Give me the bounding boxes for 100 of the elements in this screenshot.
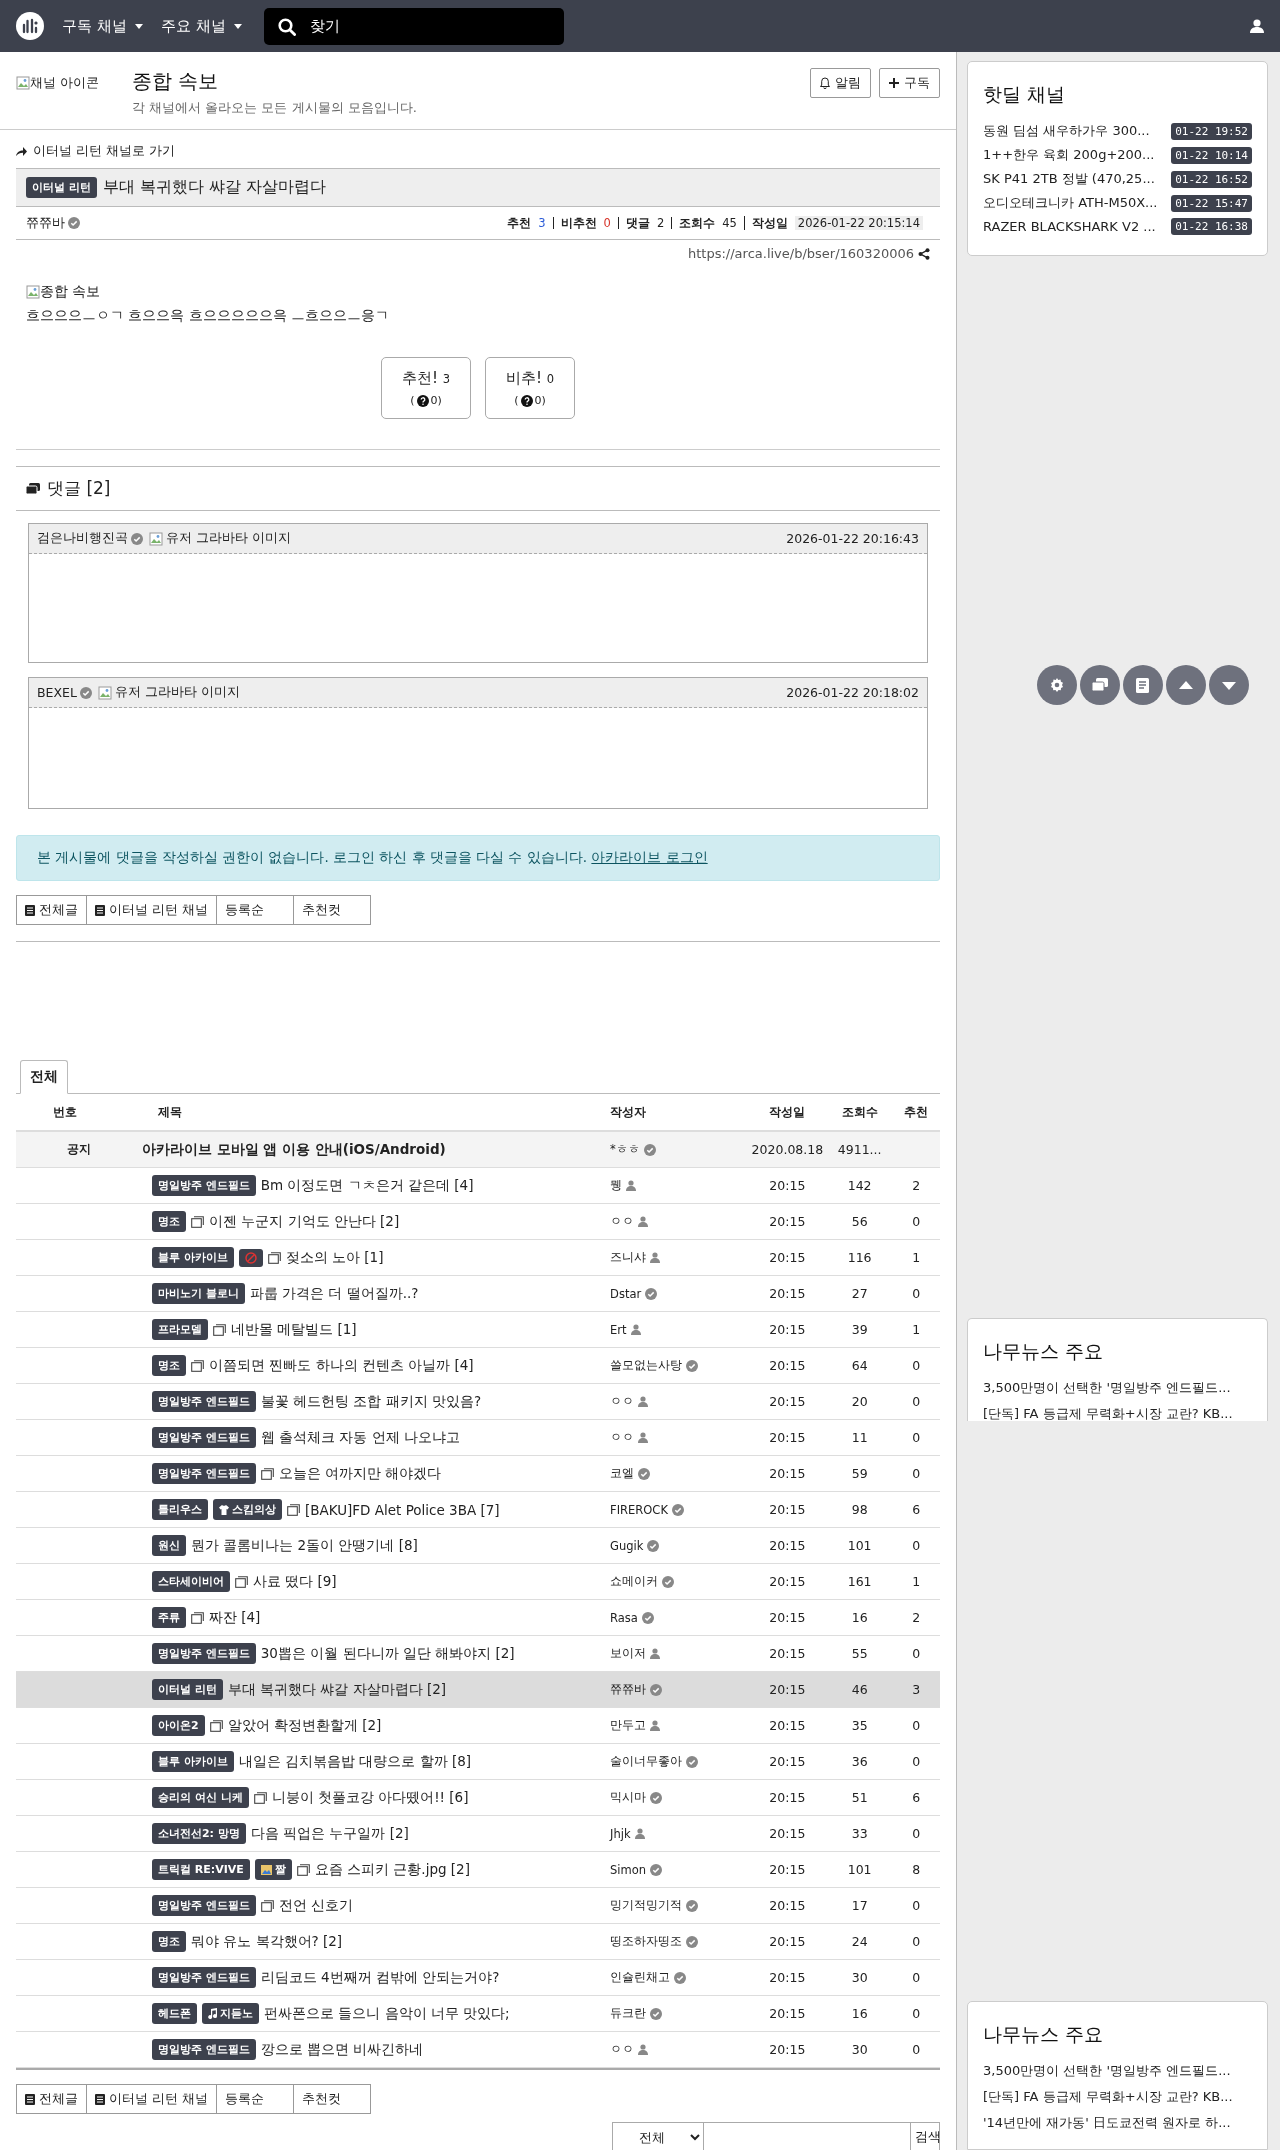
meta-label: 비추천	[560, 217, 597, 229]
post-url[interactable]: https://arca.live/b/bser/160320006	[688, 246, 914, 261]
author-name[interactable]: Simon	[610, 1862, 647, 1877]
news-link[interactable]: [단독] FA 등급제 무력화+시장 교란? KB...	[983, 1405, 1252, 1422]
post-title-link[interactable]: 내일은 김치볶음밥 대량으로 할까 [8]	[238, 1752, 472, 1771]
post-title-link[interactable]: 파룹 가격은 더 떨어질까..?	[249, 1284, 419, 1303]
sort-button[interactable]: 등록순	[216, 2084, 295, 2114]
view-count: 16	[851, 2006, 868, 2021]
author-name[interactable]: 인슐린채고	[610, 1970, 671, 1985]
downvote-button[interactable]: 비추! 0 ( 0)	[485, 357, 575, 419]
author-name[interactable]: ㅇㅇ	[610, 1394, 635, 1409]
author-name[interactable]: *ㅎㅎ	[610, 1142, 640, 1157]
news-link[interactable]: '14년만에 재가동' 日도쿄전력 원자로 하...	[983, 2114, 1252, 2133]
channel-menu[interactable]: 구독 채널	[62, 16, 143, 36]
author-name[interactable]: 즈니샤	[610, 1250, 647, 1265]
post-title-link[interactable]: 요즘 스피키 근황.jpg [2]	[314, 1860, 470, 1879]
scroll-down-button[interactable]	[1209, 665, 1249, 705]
post-title-link[interactable]: 전언 신호기	[278, 1896, 354, 1915]
category-tag: 프라모델	[151, 1319, 208, 1340]
author-name[interactable]: 듀크란	[610, 2006, 647, 2021]
article-list-button[interactable]	[1123, 665, 1163, 705]
post-title-link[interactable]: 이젠 누군지 기억도 안난다 [2]	[208, 1212, 400, 1231]
news-link[interactable]: 3,500만명이 선택한 '명일방주 엔드필드...	[983, 2062, 1252, 2081]
post-title-link[interactable]: 리딤코드 4번째꺼 컴밖에 안되는거야?	[260, 1968, 500, 1987]
back-to-channel-link[interactable]: 이터널 리턴 채널로 가기	[16, 142, 176, 160]
comment-author[interactable]: BEXEL	[37, 685, 77, 700]
search-scope-select[interactable]: 전체	[612, 2122, 704, 2150]
post-title-link[interactable]: 30뽑은 이월 된다니까 일단 해봐야지 [2]	[260, 1644, 515, 1663]
author-name[interactable]: Ert	[610, 1322, 627, 1337]
sort-button[interactable]: 추천컷	[293, 2084, 372, 2114]
post-title-link[interactable]: 웹 출석체크 자동 언제 나오냐고	[260, 1428, 460, 1447]
news-link[interactable]: [단독] FA 등급제 무력화+시장 교란? KB...	[983, 2088, 1252, 2107]
post-title-link[interactable]: 펀싸폰으로 들으니 음악이 너무 맛있다;	[263, 2004, 510, 2023]
author-name[interactable]: 띵조하자띵조	[610, 1934, 683, 1949]
post-title-link[interactable]: 깡으로 뽑으면 비싸긴하네	[260, 2040, 424, 2059]
sort-button[interactable]: 추천컷	[293, 895, 372, 925]
settings-button[interactable]	[1037, 665, 1077, 705]
share-icon[interactable]	[918, 247, 930, 260]
hotdeal-link[interactable]: 오디오테크니카 ATH-M50X...	[983, 194, 1158, 212]
post-title-link[interactable]: Bm 이정도면 ㄱㅊ은거 같은데 [4]	[260, 1176, 474, 1195]
news-link[interactable]: 3,500만명이 선택한 '명일방주 엔드필드...	[983, 1379, 1252, 1397]
post-date: 20:15	[769, 1754, 806, 1769]
search-button[interactable]: 검색	[910, 2122, 940, 2150]
board-link[interactable]: 전체글	[16, 895, 87, 925]
author-name[interactable]: 쓸모없는사탕	[610, 1358, 683, 1373]
author-name[interactable]: 술이너무좋아	[610, 1754, 683, 1769]
board-tab[interactable]: 전체	[20, 1060, 68, 1094]
author-name[interactable]: ㅇㅇ	[610, 2042, 635, 2057]
hotdeal-link[interactable]: 1++한우 육회 200g+200...	[983, 146, 1155, 164]
post-title-link[interactable]: 네반몰 메탈빌드 [1]	[230, 1320, 357, 1339]
comments-button[interactable]	[1080, 665, 1120, 705]
hotdeal-link[interactable]: SK P41 2TB 정발 (470,25...	[983, 170, 1155, 188]
post-title-link[interactable]: 불꽃 헤드헌팅 조합 패키지 맛있음?	[260, 1392, 482, 1411]
post-title-link[interactable]: 사료 떴다 [9]	[252, 1572, 337, 1591]
author-name[interactable]: 쮸쮸바	[26, 214, 65, 232]
upvote-button[interactable]: 추천! 3 ( 0)	[381, 357, 471, 419]
author-name[interactable]: Rasa	[610, 1610, 638, 1625]
list-icon	[25, 2093, 35, 2105]
author-name[interactable]: 뮁	[610, 1178, 623, 1193]
post-title-link[interactable]: 젖소의 노아 [1]	[285, 1248, 384, 1267]
author-name[interactable]: FIREROCK	[610, 1502, 668, 1517]
author-name[interactable]: 쮸쮸바	[610, 1682, 647, 1697]
author-name[interactable]: 밍기적밍기적	[610, 1898, 683, 1913]
sort-button[interactable]: 등록순	[216, 895, 295, 925]
like-count: 0	[912, 1466, 921, 1481]
hotdeal-link[interactable]: RAZER BLACKSHARK V2 ...	[983, 219, 1156, 234]
board-link[interactable]: 전체글	[16, 2084, 87, 2114]
author-name[interactable]: 믹시마	[610, 1790, 647, 1805]
post-title-link[interactable]: 이쯤되면 찐빠도 하나의 컨텐츠 아닐까 [4]	[208, 1356, 474, 1375]
comment-author[interactable]: 검은나비행진곡	[37, 530, 128, 547]
author-name[interactable]: Gugik	[610, 1538, 644, 1553]
author-name[interactable]: Jhjk	[610, 1826, 631, 1841]
logo-icon[interactable]	[16, 12, 44, 40]
search-field[interactable]: 찾기	[263, 7, 564, 45]
notification-button[interactable]: 알림	[810, 68, 871, 98]
user-icon[interactable]	[1250, 19, 1264, 33]
like-count: 0	[912, 1286, 921, 1301]
login-link[interactable]: 아카라이브 로그인	[591, 849, 708, 865]
author-name[interactable]: 코엘	[610, 1466, 635, 1481]
post-title-link[interactable]: 다음 픽업은 누구일까 [2]	[250, 1824, 409, 1843]
post-title-link[interactable]: 알았어 확정변환할게 [2]	[227, 1716, 382, 1735]
subscribe-button[interactable]: 구독	[879, 68, 940, 98]
post-title-link[interactable]: 니붕이 첫풀코강 아다뗐어!! [6]	[271, 1788, 469, 1807]
post-title-link[interactable]: 짜잔 [4]	[208, 1608, 261, 1627]
post-title-link[interactable]: [BAKU]FD Alet Police 3BA [7]	[304, 1501, 500, 1518]
hotdeal-link[interactable]: 동원 딤섬 새우하가우 300...	[983, 122, 1150, 140]
author-name[interactable]: 만두고	[610, 1718, 647, 1733]
post-title-link[interactable]: 뭐야 유노 복각했어? [2]	[190, 1932, 343, 1951]
channel-menu[interactable]: 주요 채널	[160, 16, 242, 36]
post-title-link[interactable]: 뭔가 콜롬비나는 2돌이 안땡기네 [8]	[190, 1536, 418, 1555]
author-name[interactable]: ㅇㅇ	[610, 1430, 635, 1445]
author-name[interactable]: 쇼메이커	[610, 1574, 659, 1589]
author-name[interactable]: ㅇㅇ	[610, 1214, 635, 1229]
board-link[interactable]: 이터널 리턴 채널	[86, 895, 218, 925]
author-name[interactable]: 보이저	[610, 1646, 647, 1661]
board-link[interactable]: 이터널 리턴 채널	[86, 2084, 218, 2114]
scroll-up-button[interactable]	[1166, 665, 1206, 705]
author-name[interactable]: Dstar	[610, 1286, 642, 1301]
post-title-link[interactable]: 부대 복귀했다 쌰갈 자살마렵다 [2]	[227, 1680, 447, 1699]
post-title-link[interactable]: 오늘은 여까지만 해야겠다	[278, 1464, 442, 1483]
